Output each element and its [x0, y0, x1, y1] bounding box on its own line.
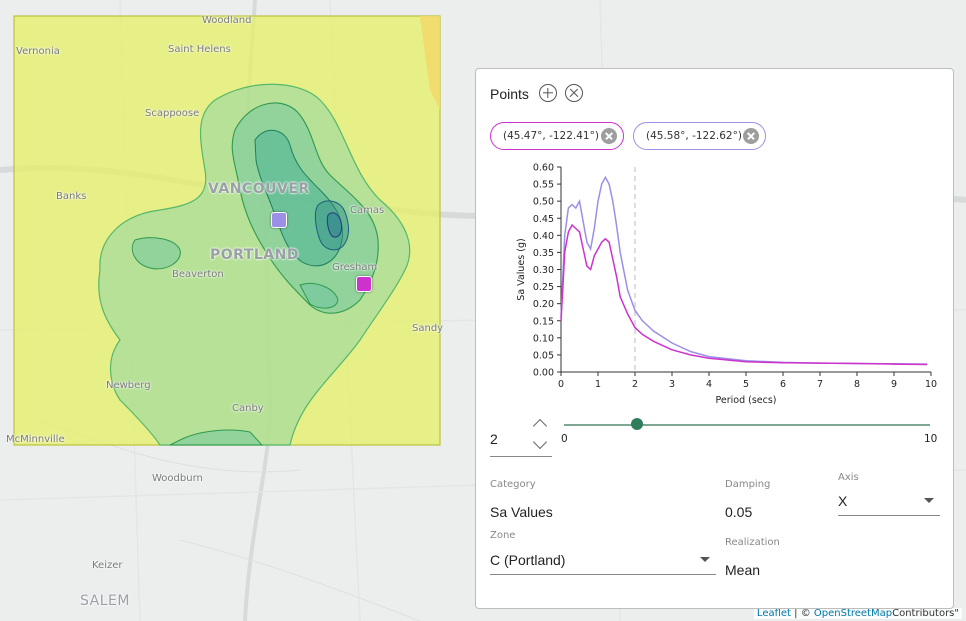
category-label: Category: [490, 479, 536, 490]
place-label: Scappoose: [145, 108, 200, 119]
y-tick-label: 0.30: [533, 265, 554, 276]
y-tick-label: 0.45: [533, 214, 554, 225]
place-label: SALEM: [80, 593, 130, 609]
chevron-up-icon[interactable]: [532, 418, 548, 434]
panel-title: Points: [490, 86, 529, 102]
x-tick-label: 2: [632, 379, 638, 390]
place-label: Gresham: [332, 262, 378, 273]
y-tick-label: 0.25: [533, 282, 554, 293]
x-tick-label: 1: [595, 379, 601, 390]
x-tick-label: 10: [925, 379, 937, 390]
damping-value: 0.05: [725, 504, 753, 520]
x-tick-label: 6: [780, 379, 786, 390]
chip-label: (45.58°, -122.62°): [646, 130, 742, 142]
period-spinner[interactable]: 2: [490, 414, 552, 457]
point-marker-2[interactable]: [271, 212, 287, 228]
x-tick-label: 5: [743, 379, 749, 390]
response-spectrum-chart: 0.00 0.05 0.10 0.15 0.20 0.25 0.30 0.35 0.40 0.45…: [516, 163, 937, 407]
y-tick-label: 0.15: [533, 316, 554, 327]
series-line-2: [560, 223, 928, 366]
y-tick-label: 0.20: [533, 299, 554, 310]
realization-value: Mean: [725, 562, 761, 578]
place-label: Keizer: [92, 560, 123, 571]
place-label: VANCOUVER: [208, 181, 310, 197]
place-label: Camas: [350, 205, 385, 216]
x-tick-label: 7: [817, 379, 823, 390]
chip-label: (45.47°, -122.41°): [503, 130, 599, 142]
y-tick-label: 0.50: [533, 197, 554, 208]
plus-icon[interactable]: [539, 84, 557, 102]
y-axis-label: Sa Values (g): [516, 238, 527, 300]
remove-chip-icon[interactable]: [743, 128, 759, 144]
x-axis-label: Period (secs): [715, 395, 776, 406]
zone-label: Zone: [490, 530, 516, 541]
x-tick-label: 4: [706, 379, 712, 390]
dropdown-arrow-icon: [700, 557, 710, 562]
realization-label: Realization: [725, 537, 780, 548]
slider-max-label: 10: [924, 433, 938, 445]
place-label: Saint Helens: [168, 44, 231, 55]
zone-select[interactable]: C (Portland): [490, 546, 716, 575]
y-tick-label: 0.05: [533, 350, 554, 361]
period-slider-thumb[interactable]: [631, 418, 644, 430]
y-tick-label: 0.35: [533, 248, 554, 259]
y-tick-label: 0.60: [533, 163, 554, 174]
damping-label: Damping: [725, 479, 771, 490]
axis-label: Axis: [838, 472, 859, 483]
y-tick-label: 0.40: [533, 231, 554, 242]
place-label: Woodburn: [152, 473, 203, 484]
points-panel: Points (45.47°, -122.41°) (45.58°, -122.…: [475, 68, 954, 609]
place-label: Woodland: [202, 15, 252, 26]
axis-value: X: [838, 493, 848, 509]
chevron-down-icon[interactable]: [532, 434, 548, 450]
remove-chip-icon[interactable]: [601, 128, 617, 144]
period-slider-track[interactable]: [564, 424, 930, 426]
x-tick-label: 9: [891, 379, 897, 390]
attribution-text: Contributors": [892, 608, 959, 619]
x-tick-label: 3: [669, 379, 675, 390]
x-tick-label: 8: [854, 379, 860, 390]
osm-link[interactable]: OpenStreetMap: [814, 608, 892, 619]
zone-value: C (Portland): [490, 552, 566, 568]
period-value[interactable]: 2: [490, 431, 498, 447]
place-label: Beaverton: [172, 269, 224, 280]
slider-min-label: 0: [561, 433, 568, 445]
map-attribution: Leaflet | © OpenStreetMapContributors": [753, 608, 962, 619]
place-label: Canby: [232, 403, 264, 414]
y-tick-label: 0.10: [533, 333, 554, 344]
point-chip-2[interactable]: (45.58°, -122.62°): [633, 122, 766, 150]
point-marker-1[interactable]: [356, 276, 372, 292]
close-icon[interactable]: [565, 84, 583, 102]
place-label: Newberg: [106, 380, 151, 391]
place-label: Banks: [56, 191, 87, 202]
y-tick-label: 0.00: [533, 368, 554, 379]
y-tick-label: 0.55: [533, 180, 554, 191]
attribution-separator: | ©: [790, 608, 814, 619]
place-label: Vernonia: [16, 46, 60, 57]
place-label: McMinnville: [6, 434, 65, 445]
point-chip-1[interactable]: (45.47°, -122.41°): [490, 122, 624, 150]
leaflet-link[interactable]: Leaflet: [757, 608, 791, 619]
category-value: Sa Values: [490, 504, 553, 520]
axis-select[interactable]: X: [838, 487, 940, 516]
place-label: Sandy: [412, 323, 444, 334]
place-label: PORTLAND: [210, 247, 299, 263]
dropdown-arrow-icon: [924, 498, 934, 503]
x-tick-label: 0: [558, 379, 564, 390]
